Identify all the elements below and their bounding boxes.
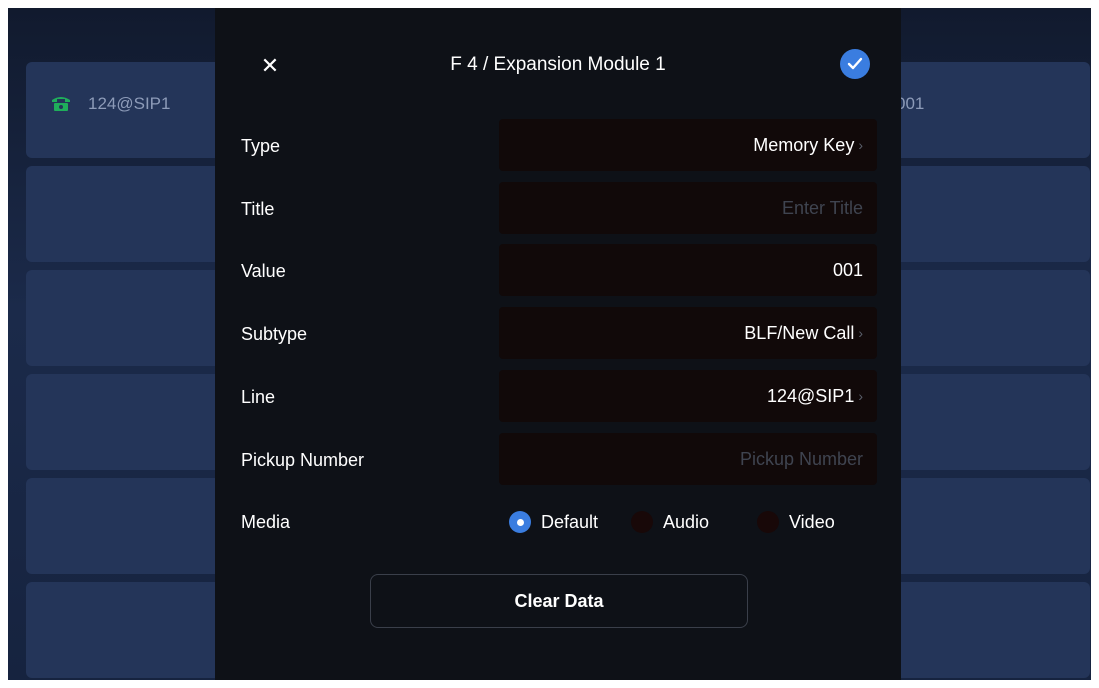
key-edit-dialog: ✕ F 4 / Expansion Module 1 Type Memory K… [215,8,901,680]
media-label: Media [241,512,291,532]
clear-data-button[interactable]: Clear Data [370,574,748,628]
title-placeholder: Enter Title [781,197,863,218]
value-text: 001 [832,259,863,280]
media-option-audio[interactable]: Audio [631,508,709,536]
phone-icon [52,97,70,111]
line-value: 124@SIP1 [767,385,855,406]
media-option-label: Audio [663,511,710,532]
subtype-label: Subtype [241,324,308,344]
value-input[interactable]: 001 [499,244,877,296]
value-label: Value [241,261,286,281]
pickup-label: Pickup Number [241,450,365,470]
title-label: Title [241,199,275,219]
line-select[interactable]: 124@SIP1 › [499,370,877,422]
radio-unselected-icon [757,511,779,533]
chevron-right-icon: › [858,325,863,341]
confirm-button[interactable] [840,49,870,79]
radio-selected-icon [509,511,531,533]
subtype-select[interactable]: BLF/New Call › [499,307,877,359]
line-label: Line [241,387,276,407]
dialog-title: F 4 / Expansion Module 1 [450,54,666,75]
type-label: Type [241,136,281,156]
type-value: Memory Key [753,134,855,155]
media-option-default[interactable]: Default [509,508,598,536]
subtype-value: BLF/New Call [744,322,855,343]
type-select[interactable]: Memory Key › [499,119,877,171]
chevron-right-icon: › [858,388,863,404]
media-option-label: Video [789,511,835,532]
pickup-placeholder: Pickup Number [739,448,863,469]
title-input[interactable]: Enter Title [499,182,877,234]
pickup-number-input[interactable]: Pickup Number [499,433,877,485]
media-option-video[interactable]: Video [757,508,835,536]
phone-screen: 124@SIP1 001 ✕ F 4 / Expansion Module 1 … [8,8,1091,680]
bg-key-label: 124@SIP1 [88,94,171,113]
radio-unselected-icon [631,511,653,533]
check-icon [847,57,863,70]
media-option-label: Default [541,511,599,532]
media-radio-group: Default Audio Video [505,508,885,536]
chevron-right-icon: › [858,137,863,153]
